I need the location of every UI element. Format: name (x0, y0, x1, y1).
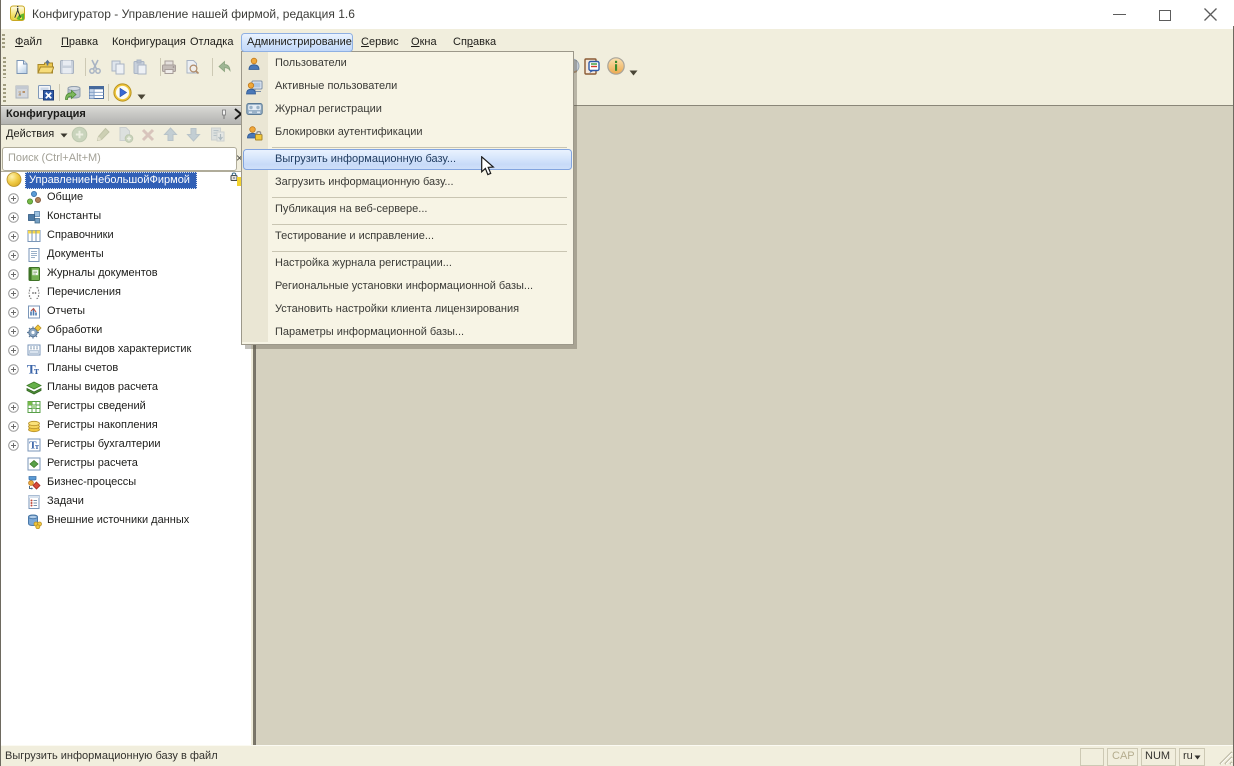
svg-text:т: т (34, 366, 39, 377)
svg-text:т: т (35, 442, 39, 451)
